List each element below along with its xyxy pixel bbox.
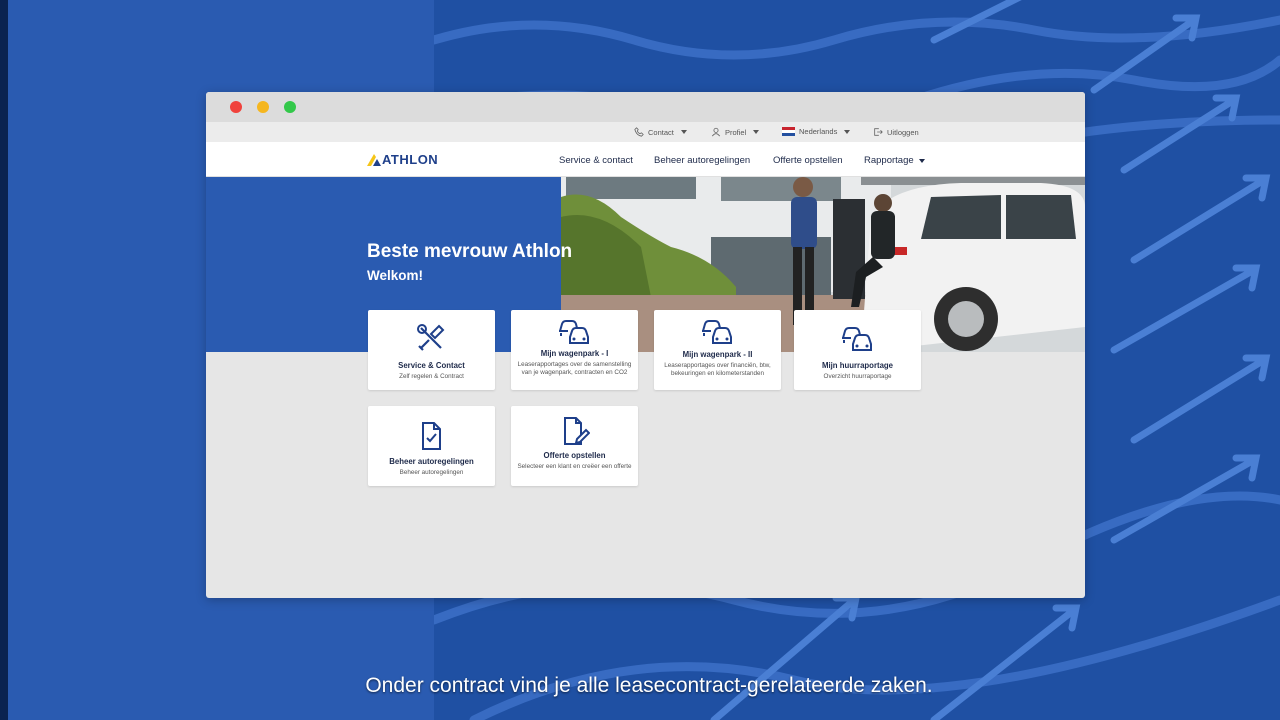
tile-title: Service & Contact [398,361,465,370]
nav-offerte-opstellen[interactable]: Offerte opstellen [773,155,843,166]
tile-mijn-huurraportage[interactable]: Mijn huurraportage Overzicht huurraporta… [794,310,921,390]
logout-icon [874,128,883,136]
main-nav: ATHLON Service & contact Beheer autorege… [206,142,1085,177]
utility-profile[interactable]: Profiel [711,127,760,137]
tile-title: Beheer autoregelingen [389,457,474,466]
nav-rapportage-label: Rapportage [864,155,914,166]
utility-contact[interactable]: Contact [634,127,687,137]
phone-icon [634,127,644,137]
tile-mijn-wagenpark-2[interactable]: Mijn wagenpark - II Leaserapportages ove… [654,310,781,390]
language-label: Nederlands [799,127,838,136]
tile-description: Beheer autoregelingen [399,469,464,476]
logout-link[interactable]: Uitloggen [873,127,919,137]
browser-titlebar [206,92,1085,122]
logo-mark-icon [367,153,381,166]
tile-description: Leaserapportages over financiën, btw, be… [664,362,771,377]
nav-rapportage[interactable]: Rapportage [864,155,925,166]
utility-nav: Contact Profiel Nederlands Uitloggen [206,122,1085,142]
tools-icon [417,324,445,351]
nav-service-contact[interactable]: Service & contact [559,155,633,166]
video-caption: Onder contract vind je alle leasecontrac… [365,674,933,697]
cars-icon [842,327,872,351]
athlon-logo[interactable]: ATHLON [367,152,438,167]
tile-description: Overzicht huurraportage [823,373,892,380]
document-check-icon [422,422,441,450]
chevron-down-icon [680,130,687,134]
tile-description: Zelf regelen & Contract [399,373,464,380]
logout-label: Uitloggen [887,127,919,137]
chevron-down-icon [918,159,925,163]
chevron-down-icon [753,130,760,134]
language-selector[interactable]: Nederlands [782,127,851,136]
tile-mijn-wagenpark-1[interactable]: Mijn wagenpark - I Leaserapportages over… [511,310,638,390]
tile-description: Selecteer een klant en creëer een offert… [517,463,632,470]
tile-beheer-autoregelingen[interactable]: Beheer autoregelingen Beheer autoregelin… [368,406,495,486]
chevron-down-icon [844,129,851,134]
logo-text: ATHLON [382,152,439,167]
maximize-window-button[interactable] [284,101,296,113]
user-icon [711,127,721,137]
tile-title: Mijn wagenpark - I [540,349,609,358]
tile-offerte-opstellen[interactable]: Offerte opstellen Selecteer een klant en… [511,406,638,486]
cars-icon [702,320,732,344]
hero-title: Beste mevrouw Athlon [367,241,573,262]
cars-icon [559,320,589,344]
hero-subtitle: Welkom! [367,268,424,283]
document-edit-icon [564,417,590,445]
browser-window: Contact Profiel Nederlands Uitloggen ATH… [206,92,1085,598]
close-window-button[interactable] [230,101,242,113]
utility-profile-label: Profiel [725,127,747,137]
minimize-window-button[interactable] [257,101,269,113]
hero-banner: Beste mevrouw Athlon Welkom! [206,177,1085,352]
utility-contact-label: Contact [648,127,674,137]
tile-description: Leaserapportages over de samenstelling v… [517,361,632,376]
netherlands-flag-icon [782,127,795,136]
tile-title: Offerte opstellen [543,451,606,460]
edge-strip [0,0,8,720]
tile-title: Mijn huurraportage [821,361,894,370]
tile-title: Mijn wagenpark - II [682,350,753,359]
nav-beheer-autoregelingen[interactable]: Beheer autoregelingen [654,155,750,166]
tile-service-contact[interactable]: Service & Contact Zelf regelen & Contrac… [368,310,495,390]
